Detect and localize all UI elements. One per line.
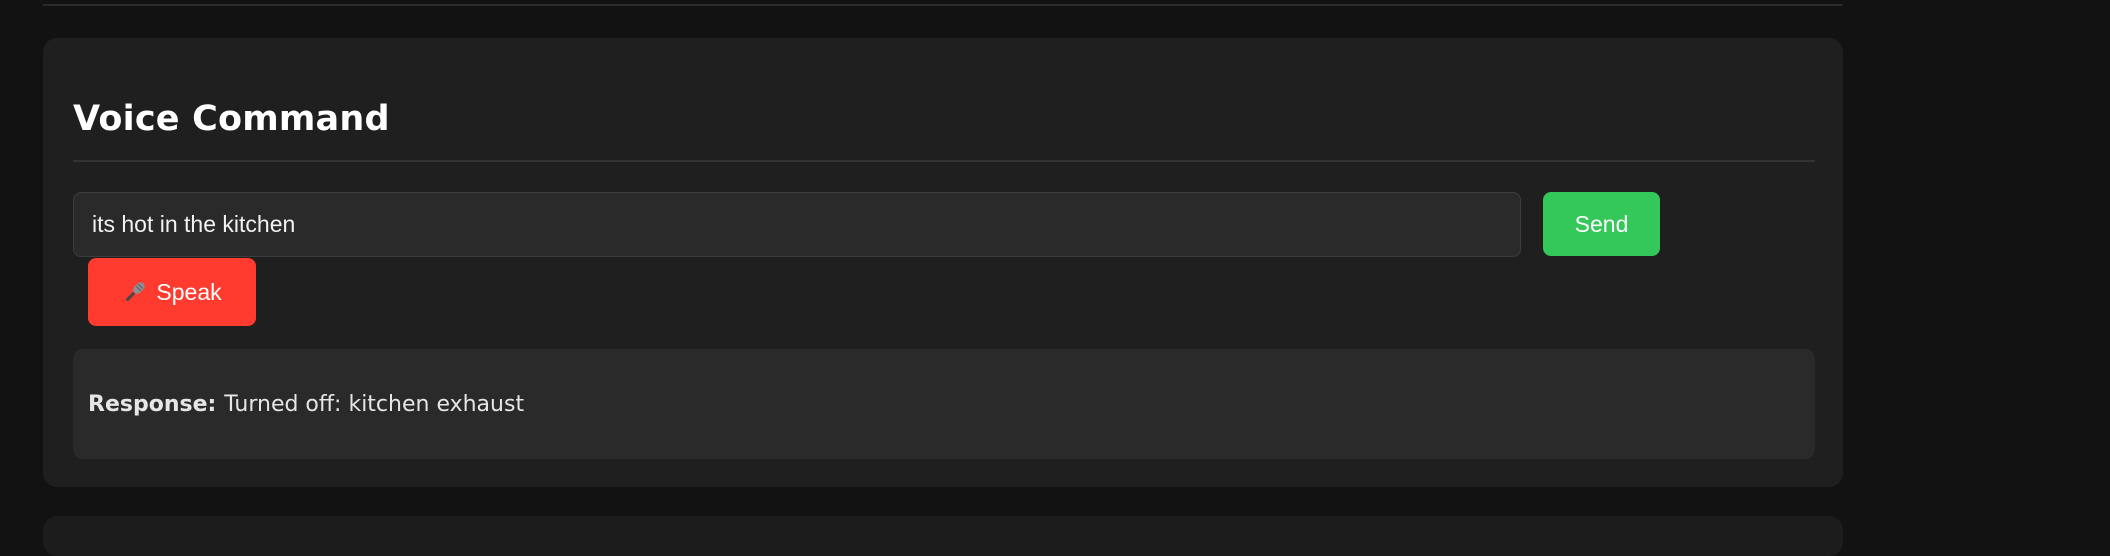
response-panel: Response: Turned off: kitchen exhaust [73,349,1815,459]
send-button[interactable]: Send [1543,192,1660,256]
speak-button-label: Speak [156,278,222,305]
response-text: Turned off: kitchen exhaust [224,391,525,417]
next-card-edge [43,516,1843,556]
top-divider [43,4,1843,6]
voice-command-card: Voice Command Send Speak Response: Turne… [43,38,1843,487]
response-label: Response: [88,391,217,417]
microphone-icon [122,279,148,305]
card-title: Voice Command [73,99,390,139]
speak-button[interactable]: Speak [88,258,256,326]
command-input[interactable] [73,192,1521,257]
send-button-label: Send [1574,210,1629,237]
title-divider [73,160,1815,162]
